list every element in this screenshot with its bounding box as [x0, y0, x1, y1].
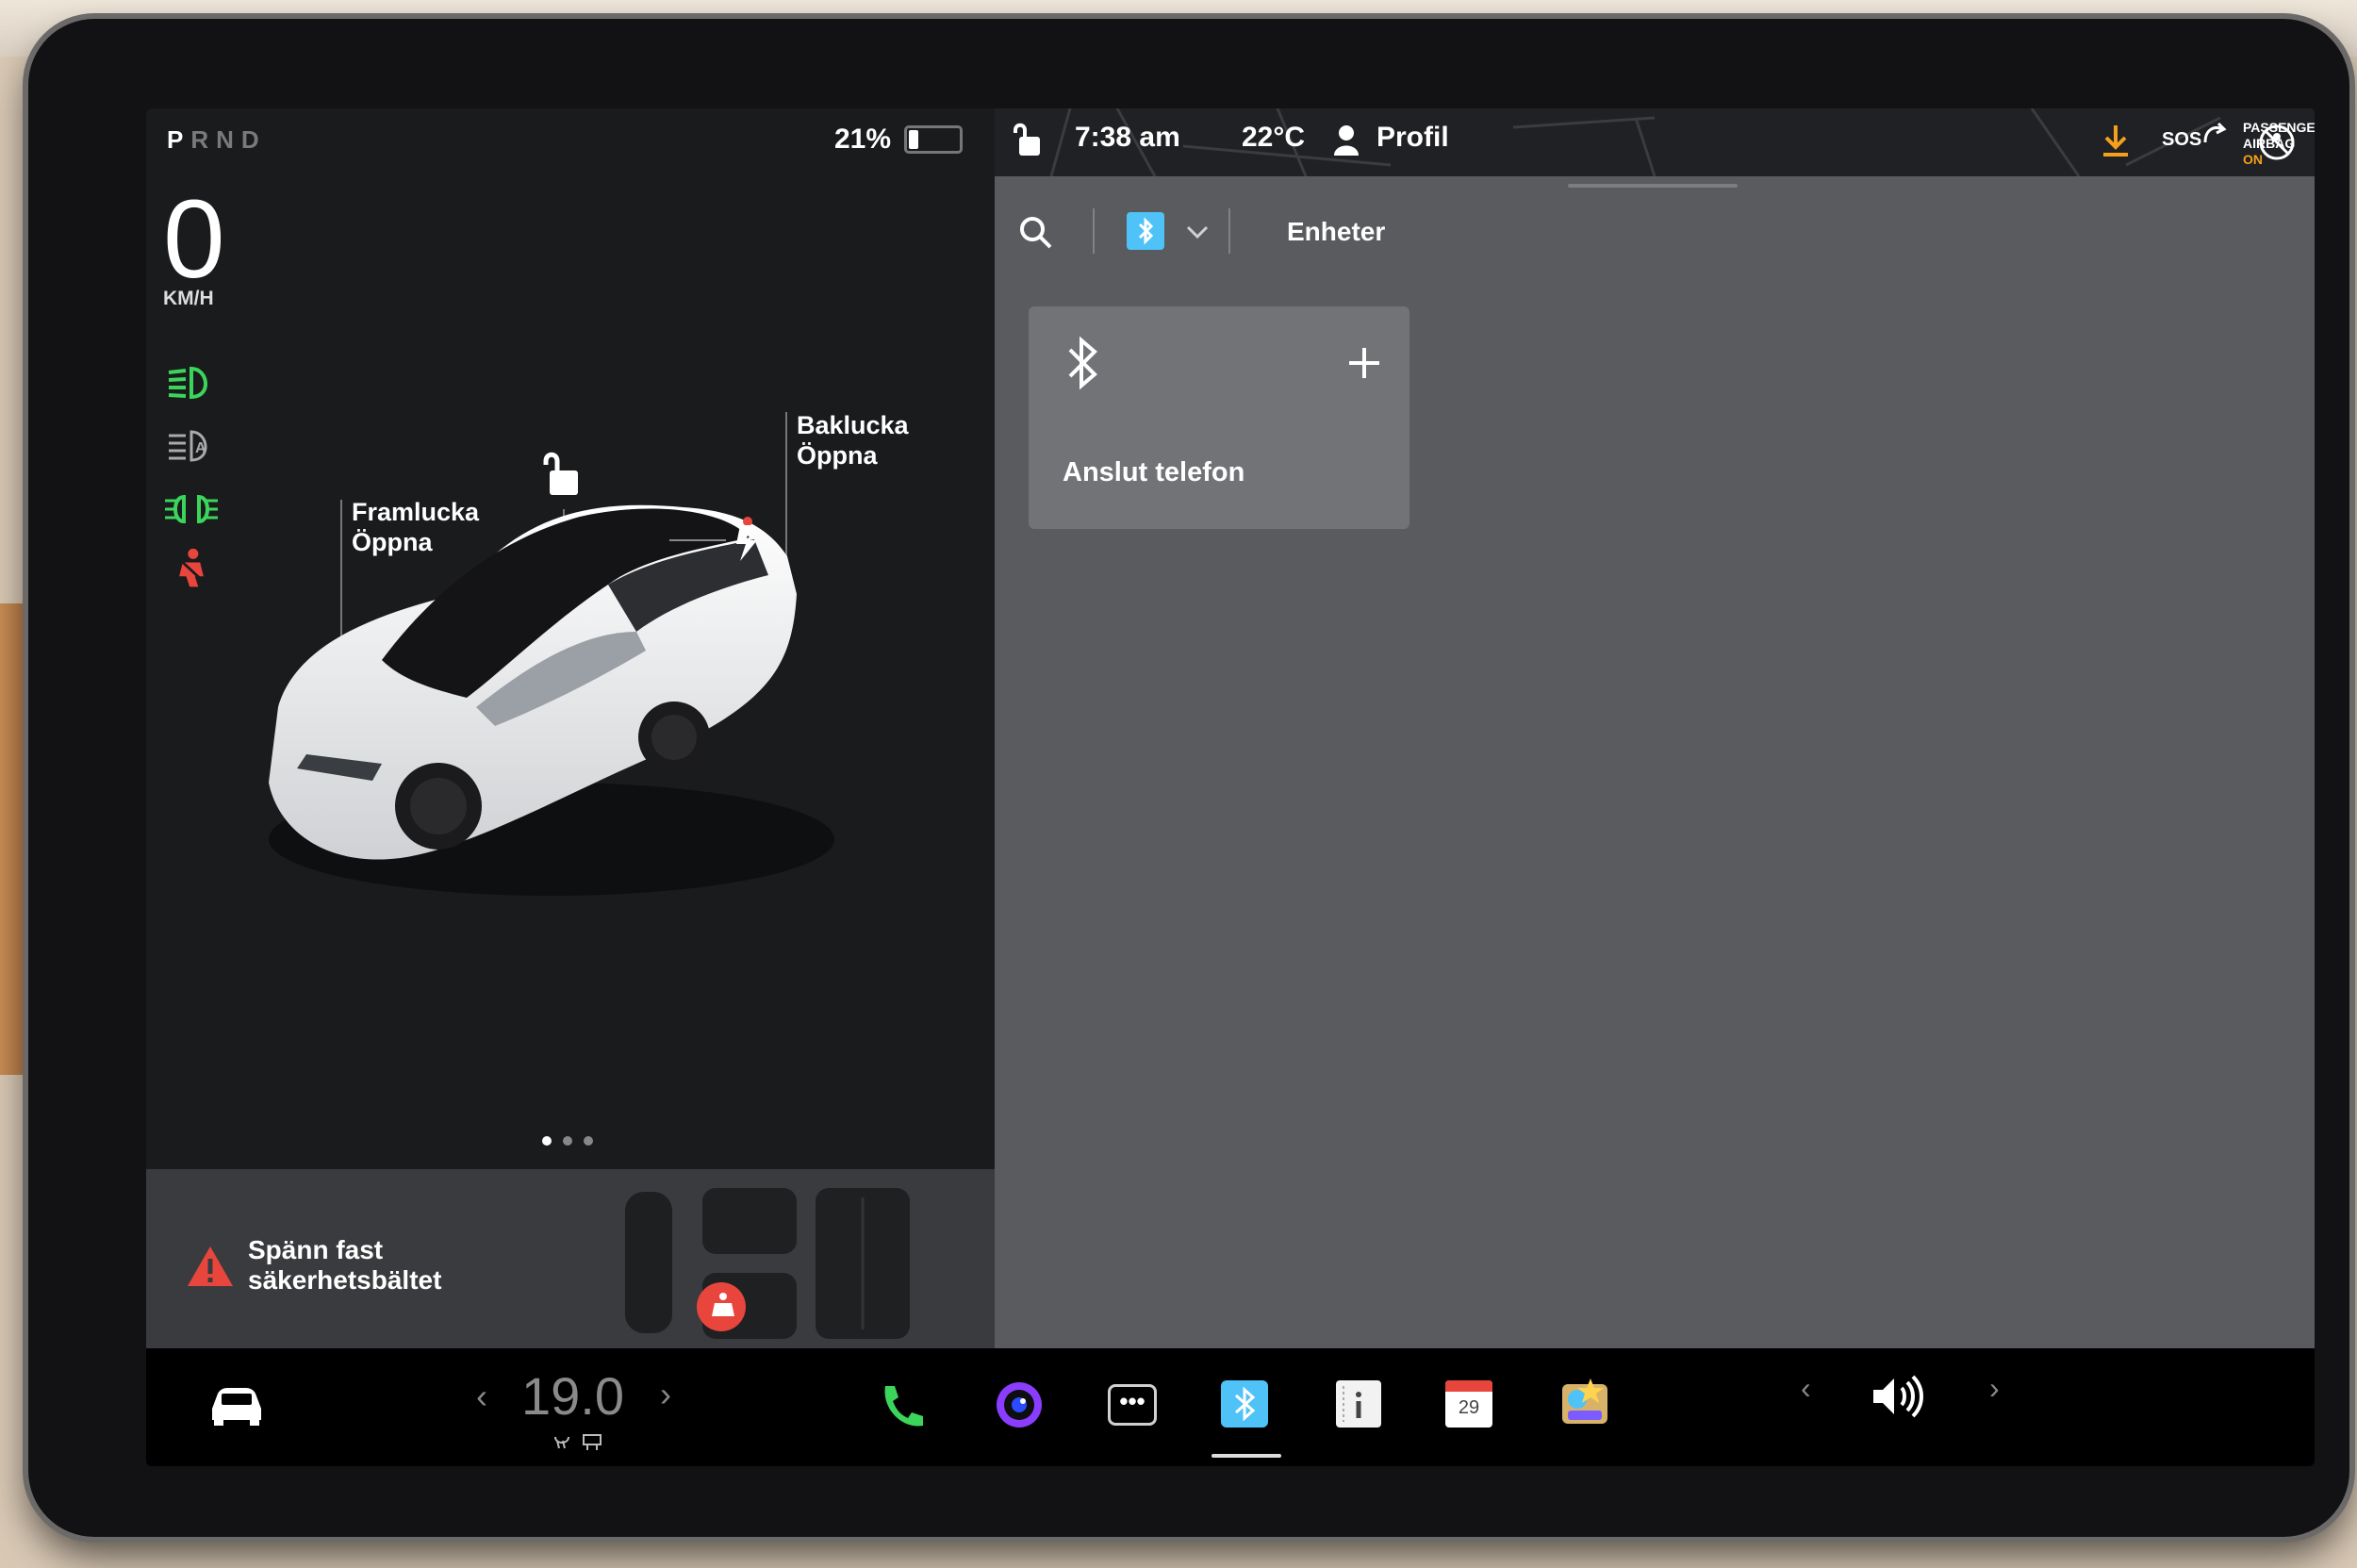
seat-map-illustration: [625, 1188, 910, 1339]
low-beam-icon: [168, 366, 207, 400]
speed-readout: 0: [163, 177, 225, 302]
bluetooth-panel: 7:38 am 22°C Profil SOS PASSENGE AIRBAG …: [995, 108, 2315, 1348]
battery-indicator: 21%: [834, 124, 964, 156]
car-icon[interactable]: [206, 1382, 267, 1428]
alert-message: Spänn fast säkerhetsbältet: [248, 1235, 441, 1296]
chevron-down-icon[interactable]: [1185, 223, 1210, 240]
auto-high-beam-icon: A: [169, 430, 207, 462]
page-dot: [584, 1136, 593, 1146]
bluetooth-source-selector[interactable]: [1127, 212, 1164, 250]
svg-text:A: A: [195, 440, 206, 456]
rear-trunk-action: Öppna: [797, 441, 878, 470]
display-bezel: PRND 21% 0 KM/H A Framlucka Öppna Bakluc…: [28, 19, 2349, 1537]
volume-icon[interactable]: [1870, 1373, 1926, 1420]
connect-phone-card[interactable]: Anslut telefon: [1029, 306, 1409, 529]
gear-others: RND: [190, 125, 267, 154]
temp-down-chevron[interactable]: ‹: [476, 1377, 487, 1416]
add-icon: [1349, 348, 1379, 378]
car-3d-illustration: [269, 504, 834, 896]
parking-lights-icon: [165, 494, 218, 524]
calendar-header: [1445, 1380, 1492, 1392]
bluetooth-app-button[interactable]: [1221, 1380, 1268, 1428]
panel-drag-handle[interactable]: [1568, 184, 1738, 188]
battery-percent: 21%: [834, 124, 892, 155]
car-status-panel: PRND 21% 0 KM/H A Framlucka Öppna Bakluc…: [146, 108, 995, 1348]
charge-port-icon[interactable]: [731, 521, 768, 563]
bluetooth-icon: [1235, 1386, 1256, 1422]
camera-icon[interactable]: [991, 1377, 1047, 1433]
alert-line-1: Spänn fast: [248, 1235, 384, 1264]
clock: 7:38 am: [1075, 122, 1180, 153]
profile-label[interactable]: Profil: [1376, 122, 1449, 154]
airbag-state: ON: [2243, 152, 2263, 167]
toybox-icon[interactable]: [1557, 1375, 1613, 1429]
toolbar-separator: [1093, 208, 1095, 254]
outside-temperature: 22°C: [1242, 122, 1306, 153]
manual-icon: [1343, 1386, 1361, 1422]
seatbelt-alert[interactable]: Spänn fast säkerhetsbältet: [146, 1169, 995, 1348]
charge-port-line: [669, 539, 726, 541]
touchscreen: PRND 21% 0 KM/H A Framlucka Öppna Bakluc…: [146, 108, 2315, 1466]
calendar-app-button[interactable]: 29: [1445, 1380, 1492, 1428]
status-bar: 7:38 am 22°C Profil SOS PASSENGE AIRBAG …: [995, 108, 2315, 176]
seat-heater-icons[interactable]: [550, 1431, 608, 1452]
active-app-indicator: [1211, 1454, 1281, 1458]
sos-label[interactable]: SOS: [2162, 129, 2201, 151]
battery-icon: [904, 125, 964, 154]
calendar-day: 29: [1458, 1397, 1480, 1418]
phone-icon[interactable]: [874, 1378, 931, 1435]
alert-line-2: säkerhetsbältet: [248, 1265, 442, 1295]
toolbar-separator: [1228, 208, 1230, 254]
bottom-dock: ‹ 19.0 › ••• 29 ‹ ›: [146, 1348, 2315, 1466]
more-apps-button[interactable]: •••: [1108, 1384, 1157, 1426]
volume-down-chevron[interactable]: ‹: [1801, 1371, 1811, 1406]
page-dot: [542, 1136, 552, 1146]
search-icon[interactable]: [1017, 214, 1055, 252]
airbag-text: PASSENGER AIRBAG ON: [2201, 120, 2315, 168]
manual-app-button[interactable]: [1336, 1380, 1381, 1428]
volume-up-chevron[interactable]: ›: [1989, 1371, 2000, 1406]
rear-trunk-label[interactable]: Baklucka Öppna: [797, 410, 909, 470]
more-icon: •••: [1119, 1387, 1146, 1415]
page-indicator: [542, 1136, 593, 1146]
gear-selector: PRND: [167, 125, 267, 155]
bluetooth-icon: [1068, 336, 1097, 390]
profile-icon[interactable]: [1332, 124, 1360, 157]
cabin-temperature[interactable]: 19.0: [521, 1365, 624, 1427]
airbag-line-1: PASSENGER: [2243, 120, 2315, 135]
airbag-line-2: AIRBAG: [2243, 136, 2296, 151]
gear-park: P: [167, 125, 191, 154]
lock-status-icon[interactable]: [1012, 122, 1046, 159]
tab-devices[interactable]: Enheter: [1287, 217, 1385, 247]
speed-unit: KM/H: [163, 288, 214, 309]
connect-phone-label: Anslut telefon: [1063, 457, 1245, 487]
battery-fill: [909, 130, 919, 149]
seatbelt-warning-icon: [179, 548, 205, 587]
warning-icon: [188, 1246, 233, 1286]
rear-trunk-title: Baklucka: [797, 411, 909, 439]
download-icon[interactable]: [2100, 124, 2132, 159]
bluetooth-icon: [1138, 217, 1154, 245]
page-dot: [563, 1136, 572, 1146]
temp-up-chevron[interactable]: ›: [660, 1375, 671, 1414]
